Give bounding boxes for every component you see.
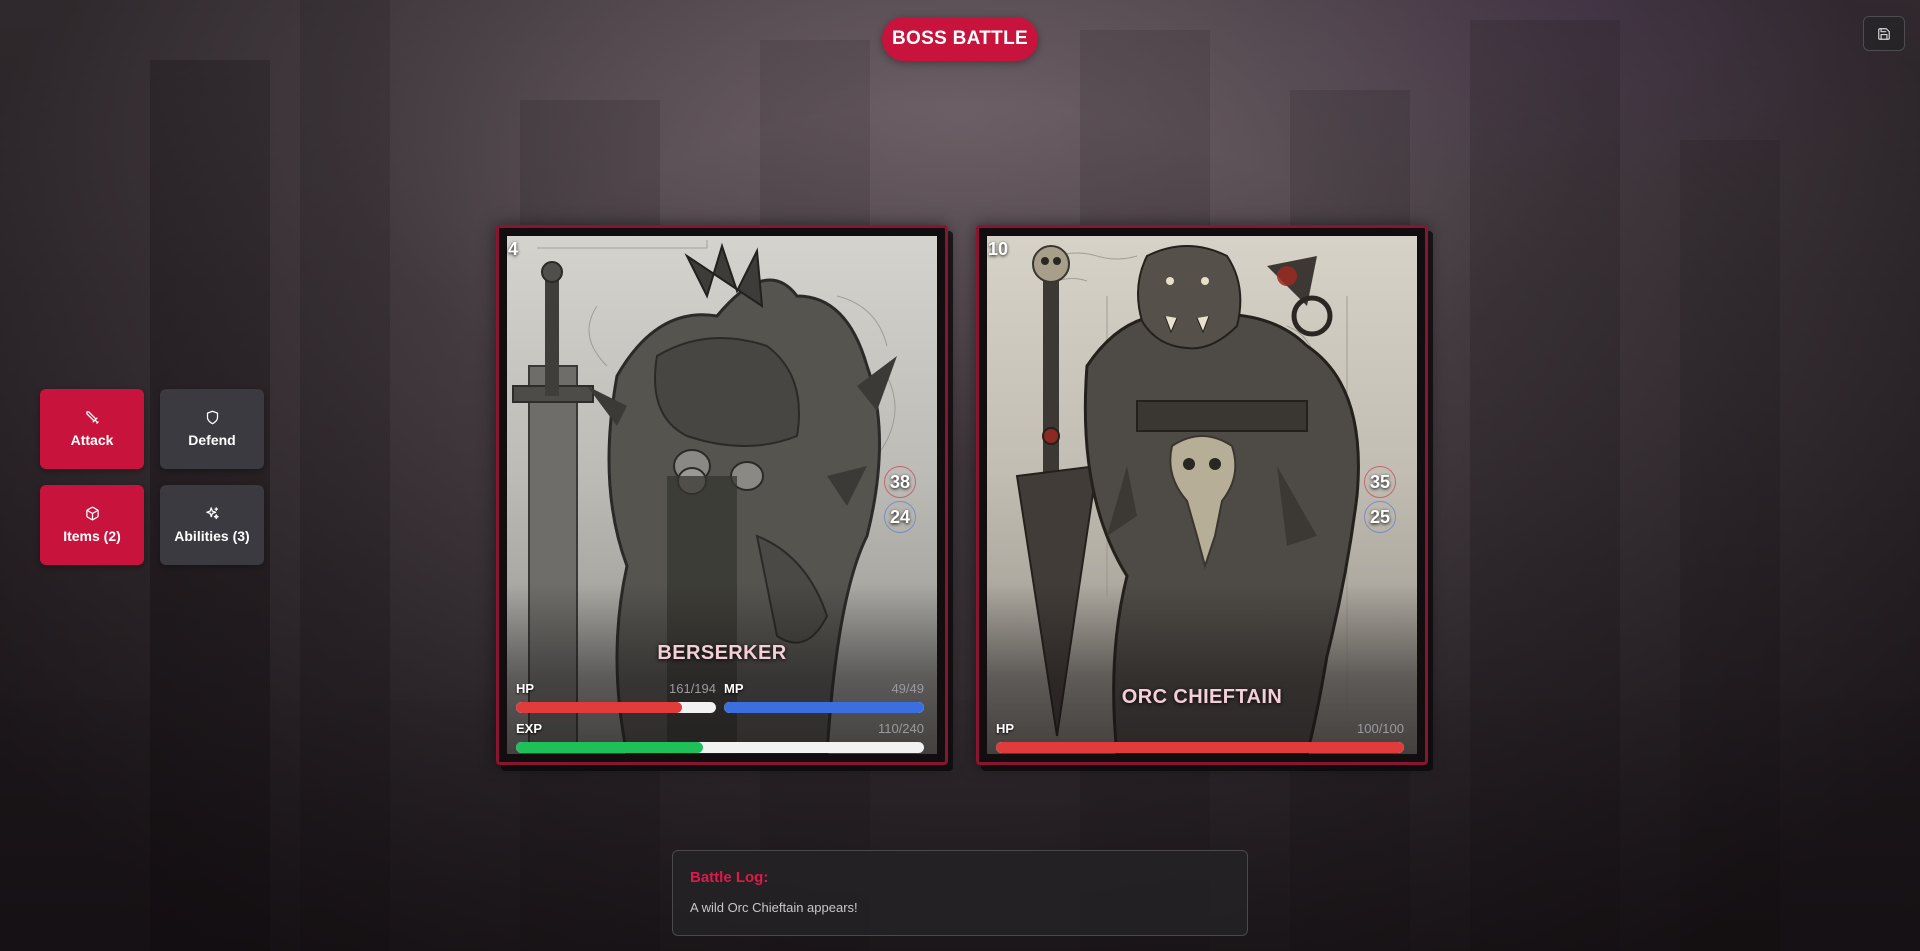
battle-log-entry: A wild Orc Chieftain appears! <box>690 900 858 915</box>
berserker-portrait <box>507 236 937 754</box>
box-icon <box>85 506 99 521</box>
abilities-button[interactable]: Abilities (3) <box>160 485 264 565</box>
enemy-hp-row: HP 100/100 <box>996 721 1404 736</box>
player-exp-fill <box>516 742 703 753</box>
player-card[interactable]: 4 38 24 BERSERKER HP 161/194 MP 49/49 EX… <box>496 225 948 765</box>
mp-label: MP <box>724 681 744 696</box>
player-defense-stat: 24 <box>884 501 916 533</box>
attack-button[interactable]: Attack <box>40 389 144 469</box>
battle-log-title: Battle Log: <box>690 869 769 886</box>
hp-value: 161/194 <box>669 681 716 696</box>
exp-label: EXP <box>516 721 543 736</box>
mp-value: 49/49 <box>891 681 924 696</box>
battle-background <box>0 0 1920 951</box>
items-label: Items (2) <box>63 528 121 544</box>
sword-icon <box>85 411 99 424</box>
player-exp-bar <box>516 742 924 753</box>
exp-value: 110/240 <box>877 721 924 736</box>
attack-label: Attack <box>70 432 114 448</box>
hp-label: HP <box>996 721 1015 736</box>
defend-label: Defend <box>188 432 236 448</box>
player-name: BERSERKER <box>657 642 787 664</box>
save-icon <box>1878 27 1890 40</box>
player-hp-fill <box>516 702 682 713</box>
enemy-hp-bar <box>996 742 1404 753</box>
enemy-hp-fill <box>996 742 1404 753</box>
save-button[interactable] <box>1863 16 1905 51</box>
player-mp-bar <box>724 702 924 713</box>
defend-button[interactable]: Defend <box>160 389 264 469</box>
hp-label: HP <box>516 681 535 696</box>
player-mp-fill <box>724 702 924 713</box>
player-exp-row: EXP 110/240 <box>516 721 924 736</box>
shield-icon <box>206 410 218 425</box>
enemy-card[interactable]: 10 35 25 ORC CHIEFTAIN HP 100/100 <box>976 225 1428 765</box>
enemy-defense-stat: 25 <box>1364 501 1396 533</box>
abilities-label: Abilities (3) <box>174 528 250 544</box>
player-mp-row: MP 49/49 <box>724 681 924 696</box>
sparkles-icon <box>205 507 219 520</box>
player-hp-bar <box>516 702 716 713</box>
player-attack-stat: 38 <box>884 466 916 498</box>
items-button[interactable]: Items (2) <box>40 485 144 565</box>
enemy-attack-stat: 35 <box>1364 466 1396 498</box>
player-hp-row: HP 161/194 <box>516 681 716 696</box>
enemy-name: ORC CHIEFTAIN <box>1121 686 1283 708</box>
battle-log: Battle Log: A wild Orc Chieftain appears… <box>672 850 1248 936</box>
enemy-level: 10 <box>988 239 1009 259</box>
hp-value: 100/100 <box>1357 721 1404 736</box>
battle-title: BOSS BATTLE <box>882 17 1038 61</box>
player-level: 4 <box>508 239 519 259</box>
orc-chieftain-portrait <box>987 236 1417 754</box>
